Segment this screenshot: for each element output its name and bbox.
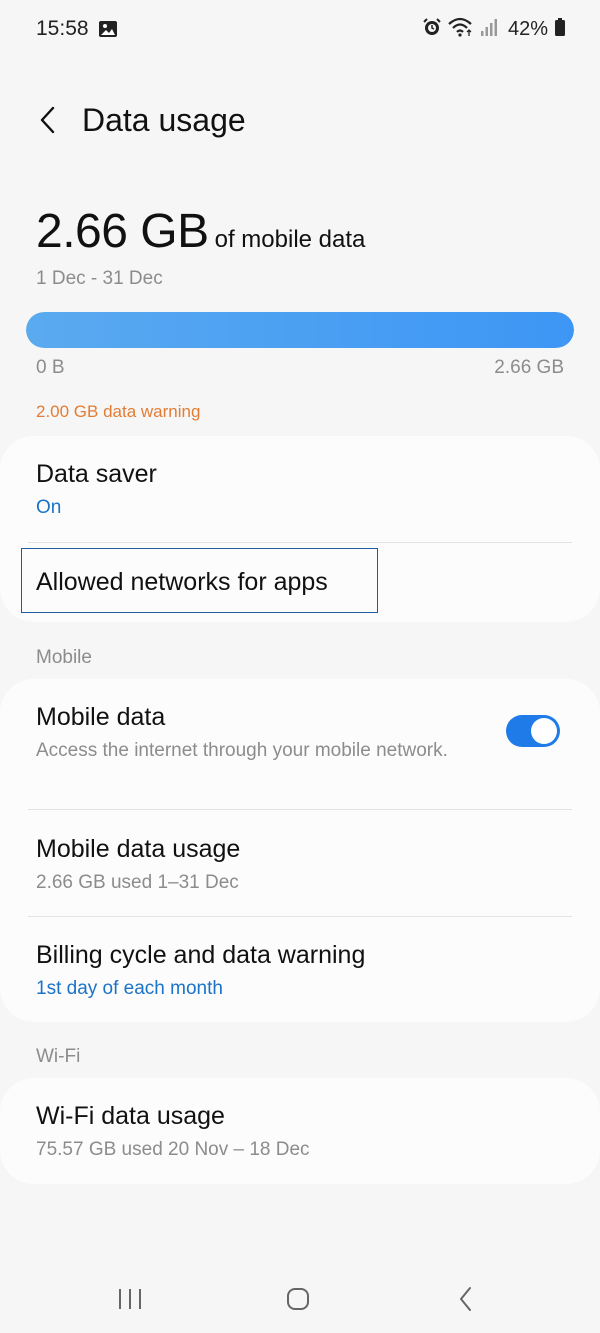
navigation-bar [0,1265,600,1333]
signal-icon [480,17,498,42]
battery-icon [554,17,566,42]
data-warning-label: 2.00 GB data warning [36,402,201,421]
usage-bar-min-label: 0 B [36,357,65,378]
focus-highlight [21,548,378,613]
recents-icon [117,1287,143,1316]
data-saver-status: On [36,497,62,518]
wifi-data-usage-title: Wi-Fi data usage [36,1102,225,1130]
status-time: 15:58 [36,17,89,40]
back-button[interactable] [28,100,68,144]
billing-cycle-row[interactable]: Billing cycle and data warning 1st day o… [36,941,572,1001]
recents-button[interactable] [100,1283,160,1319]
data-saver-row[interactable]: Data saver On [36,460,572,520]
mobile-data-usage-row[interactable]: Mobile data usage 2.66 GB used 1–31 Dec [36,835,572,895]
usage-period: 1 Dec - 31 Dec [36,268,163,289]
mobile-data-title: Mobile data [36,703,166,731]
home-button[interactable] [268,1283,328,1319]
wifi-data-usage-sub: 75.57 GB used 20 Nov – 18 Dec [36,1139,310,1160]
divider [28,542,572,543]
mobile-data-usage-sub: 2.66 GB used 1–31 Dec [36,872,239,893]
usage-summary: 2.66 GB of mobile data [36,204,365,259]
wifi-data-usage-row[interactable]: Wi-Fi data usage 75.57 GB used 20 Nov – … [36,1102,572,1162]
divider [28,809,572,810]
app-header: Data usage [0,90,600,154]
page-title: Data usage [82,102,246,138]
mobile-data-usage-title: Mobile data usage [36,835,241,863]
chevron-left-icon [38,105,58,140]
usage-suffix: of mobile data [214,226,366,253]
mobile-data-description: Access the internet through your mobile … [36,740,448,761]
status-bar: 15:58 42% [0,0,600,60]
gallery-icon [98,19,118,39]
back-nav-button[interactable] [436,1283,496,1319]
alarm-icon [422,17,442,42]
data-saver-title: Data saver [36,460,157,488]
section-label-wifi: Wi-Fi [36,1046,81,1067]
mobile-data-toggle[interactable] [506,715,560,747]
back-icon [456,1285,476,1318]
usage-amount: 2.66 GB [36,205,209,258]
billing-cycle-sub: 1st day of each month [36,978,223,999]
usage-bar [26,312,574,348]
billing-cycle-title: Billing cycle and data warning [36,941,366,969]
status-icons: 42% [422,15,566,43]
wifi-icon [448,17,474,42]
toggle-knob [531,718,557,744]
mobile-data-row[interactable]: Mobile data Access the internet through … [36,703,470,763]
section-label-mobile: Mobile [36,647,92,668]
usage-bar-fill [26,312,574,348]
battery-percent: 42% [507,17,548,40]
mobile-card: Mobile data Access the internet through … [0,679,600,1022]
wifi-card: Wi-Fi data usage 75.57 GB used 20 Nov – … [0,1078,600,1184]
home-icon [285,1286,311,1317]
divider [28,916,572,917]
usage-bar-max-label: 2.66 GB [494,357,564,378]
